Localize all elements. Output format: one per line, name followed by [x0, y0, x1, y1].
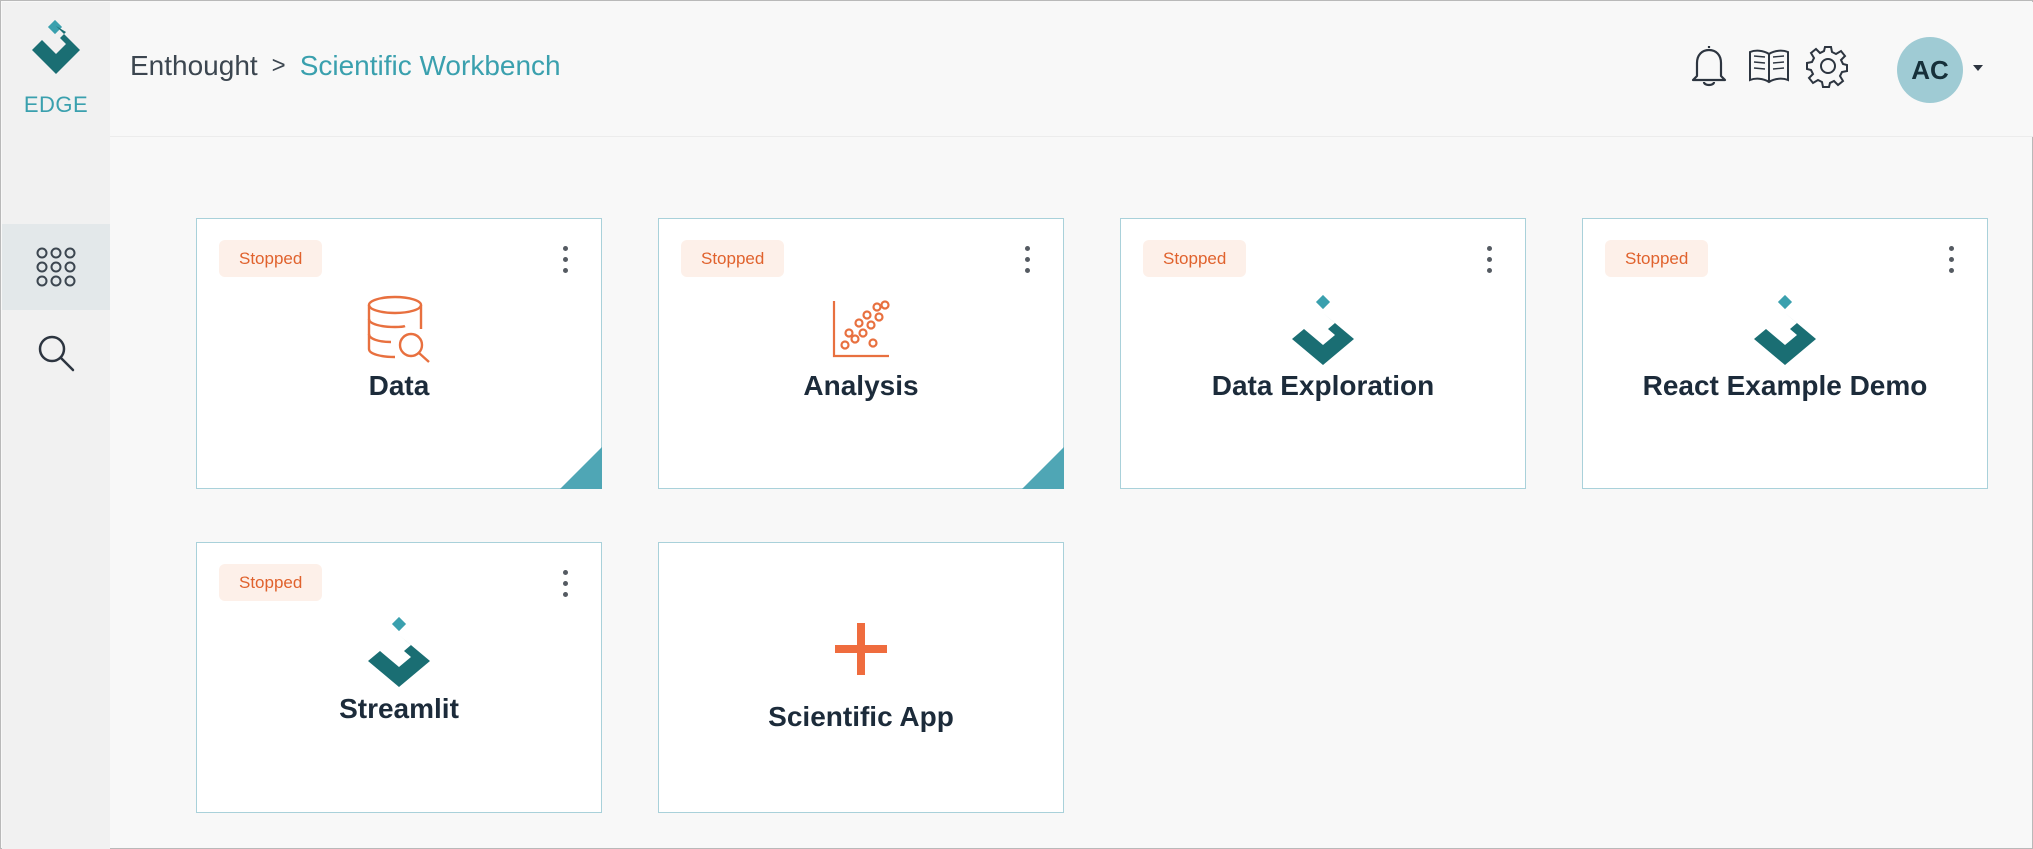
app-card-data-exploration[interactable]: Stopped Data Exploration [1120, 218, 1526, 489]
status-badge: Stopped [219, 564, 323, 601]
breadcrumb-separator: > [271, 52, 286, 79]
sidebar: EDGE [2, 2, 110, 849]
bell-icon[interactable] [1688, 44, 1730, 90]
app-card-data[interactable]: Stopped Data [196, 218, 602, 489]
more-options-icon[interactable] [559, 567, 571, 601]
card-title: Scientific App [768, 701, 954, 732]
status-badge: Stopped [681, 240, 785, 277]
scatter-plot-icon [659, 299, 1063, 359]
top-header: Enthought > Scientific Workbench AC [110, 2, 2033, 137]
more-options-icon[interactable] [559, 243, 571, 277]
card-title: Streamlit [339, 693, 459, 724]
sidebar-item-search[interactable] [2, 310, 110, 396]
apps-grid-icon [36, 247, 76, 287]
book-icon[interactable] [1748, 48, 1790, 86]
card-title: Data [368, 370, 430, 401]
card-title: React Example Demo [1642, 370, 1928, 401]
card-title: Data Exploration [1211, 370, 1435, 401]
app-window: EDGE Enthought > Scientific Workbench AC… [0, 0, 2033, 849]
status-badge: Stopped [1143, 240, 1247, 277]
corner-marker [1022, 447, 1064, 489]
add-scientific-app-card[interactable]: Scientific App [658, 542, 1064, 813]
edge-logo-icon [1121, 295, 1525, 365]
more-options-icon[interactable] [1483, 243, 1495, 277]
status-badge: Stopped [219, 240, 323, 277]
status-badge: Stopped [1605, 240, 1709, 277]
search-icon [38, 335, 75, 372]
breadcrumb: Enthought > Scientific Workbench [130, 50, 561, 82]
gear-icon[interactable] [1806, 44, 1850, 88]
database-search-icon [197, 295, 601, 363]
more-options-icon[interactable] [1021, 243, 1033, 277]
more-options-icon[interactable] [1945, 243, 1957, 277]
logo-text: EDGE [23, 92, 89, 117]
chevron-down-icon[interactable] [1972, 64, 1984, 72]
user-avatar[interactable]: AC [1897, 37, 1963, 103]
sidebar-item-apps[interactable] [2, 224, 110, 310]
edge-logo-icon [1583, 295, 1987, 365]
breadcrumb-root[interactable]: Enthought [130, 50, 258, 82]
app-card-analysis[interactable]: Stopped Analysis [658, 218, 1064, 489]
edge-logo-icon [197, 617, 601, 687]
card-title: Analysis [803, 370, 919, 401]
app-card-react-example-demo[interactable]: Stopped React Example Demo [1582, 218, 1988, 489]
edge-logo-icon [32, 20, 80, 74]
breadcrumb-current[interactable]: Scientific Workbench [300, 50, 561, 82]
edge-logo[interactable]: EDGE [2, 20, 110, 120]
app-card-streamlit[interactable]: Stopped Streamlit [196, 542, 602, 813]
plus-icon [659, 621, 1063, 677]
corner-marker [560, 447, 602, 489]
